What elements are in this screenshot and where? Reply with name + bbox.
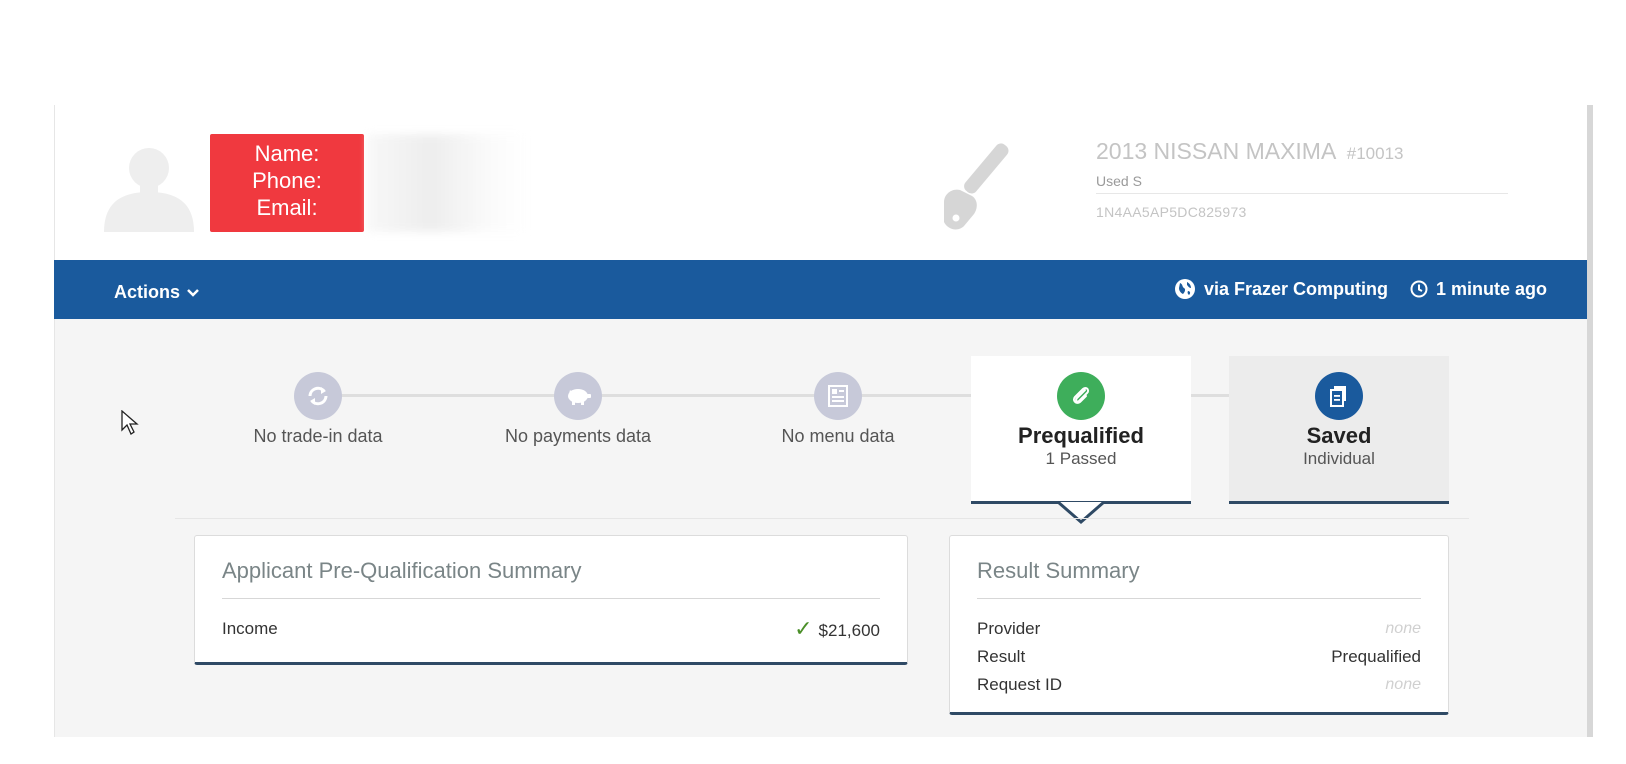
actions-label: Actions — [114, 282, 181, 302]
provider-value: none — [1385, 620, 1421, 637]
deal-toolbar: Actions via Frazer Computing 1 minute ag… — [54, 260, 1587, 319]
vehicle-stock-number: #10013 — [1346, 144, 1404, 163]
redacted-contact-values — [368, 134, 526, 232]
vehicle-title[interactable]: 2013 NISSAN MAXIMA — [1096, 138, 1336, 164]
vehicle-info: 2013 NISSAN MAXIMA #10013 Used S 1N4AA5A… — [1096, 138, 1508, 220]
step-prequalified-sub: 1 Passed — [1045, 449, 1117, 468]
active-step-pointer — [1058, 500, 1104, 524]
menu-list-icon — [814, 372, 862, 420]
timestamp-label: 1 minute ago — [1435, 278, 1547, 299]
request-id-value: none — [1385, 676, 1421, 693]
source-indicator: via Frazer Computing — [1174, 278, 1388, 300]
summary-row: Result Prequalified — [977, 643, 1421, 671]
step-trade-in-label: No trade-in data — [253, 426, 383, 446]
email-label: Email: — [256, 195, 318, 220]
result-label: Result — [977, 647, 1026, 666]
car-key-icon — [944, 143, 1009, 230]
documents-icon — [1315, 372, 1363, 420]
step-saved-title: Saved — [1306, 423, 1372, 448]
check-icon: ✓ — [794, 616, 813, 641]
income-label: Income — [222, 619, 278, 638]
contact-info-badge: Name: Phone: Email: — [210, 134, 364, 232]
step-menu[interactable]: No menu data — [728, 356, 948, 504]
step-saved-sub: Individual — [1303, 449, 1375, 468]
actions-dropdown-button[interactable]: Actions — [114, 282, 200, 303]
phone-label: Phone: — [252, 168, 322, 193]
step-prequalified[interactable]: Prequalified 1 Passed — [971, 356, 1191, 504]
paperclip-icon — [1057, 372, 1105, 420]
result-value: Prequalified — [1331, 647, 1421, 666]
income-value-wrap: ✓ $21,600 — [794, 615, 880, 645]
chevron-down-icon — [187, 288, 199, 297]
summary-row: Provider none — [977, 615, 1421, 643]
vehicle-condition: Used S — [1096, 173, 1508, 194]
summary-row: Income ✓ $21,600 — [222, 615, 880, 645]
timestamp-indicator: 1 minute ago — [1410, 279, 1547, 300]
step-payments[interactable]: No payments data — [468, 356, 688, 504]
summary-row: Request ID none — [977, 671, 1421, 699]
clock-icon — [1410, 280, 1428, 298]
vehicle-vin: 1N4AA5AP5DC825973 — [1096, 204, 1247, 220]
scrollbar[interactable] — [1587, 105, 1593, 737]
step-trade-in[interactable]: No trade-in data — [208, 356, 428, 504]
user-avatar-icon — [104, 148, 194, 232]
section-divider — [175, 518, 1469, 519]
mouse-pointer-icon — [121, 410, 139, 435]
request-id-label: Request ID — [977, 675, 1063, 694]
step-prequalified-title: Prequalified — [1018, 423, 1144, 448]
step-saved[interactable]: Saved Individual — [1229, 356, 1449, 504]
refresh-icon — [294, 372, 342, 420]
provider-label: Provider — [977, 619, 1041, 638]
source-label: via Frazer Computing — [1203, 278, 1388, 299]
result-summary-title: Result Summary — [977, 558, 1421, 599]
name-label: Name: — [254, 141, 320, 166]
step-menu-label: No menu data — [781, 426, 895, 446]
result-summary-card: Result Summary Provider none Result Preq… — [949, 535, 1449, 715]
step-payments-label: No payments data — [504, 426, 652, 446]
globe-icon — [1174, 279, 1195, 299]
applicant-summary-title: Applicant Pre-Qualification Summary — [222, 558, 880, 599]
applicant-summary-card: Applicant Pre-Qualification Summary Inco… — [194, 535, 908, 665]
piggy-bank-icon — [554, 372, 602, 420]
income-value: $21,600 — [818, 621, 880, 640]
